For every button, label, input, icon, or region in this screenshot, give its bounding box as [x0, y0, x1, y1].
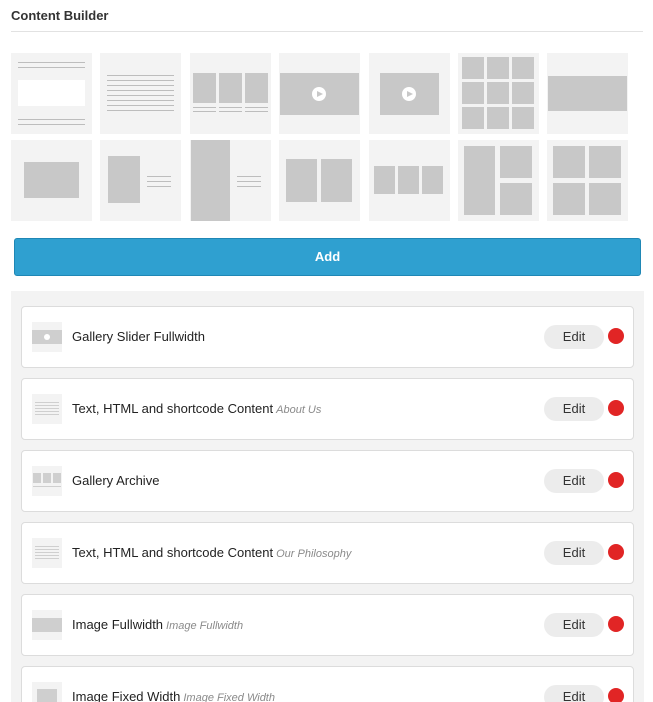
gallery-archive-icon — [32, 466, 62, 496]
content-item[interactable]: Gallery Archive Edit — [21, 450, 634, 512]
layout-tile-two-columns[interactable] — [279, 140, 360, 221]
image-fixed-icon — [32, 682, 62, 702]
layout-tile-gallery-slider-fullwidth[interactable] — [279, 53, 360, 134]
text-content-icon — [32, 394, 62, 424]
content-item-label: Gallery Archive — [72, 473, 162, 488]
content-item-title: Gallery Archive — [72, 473, 160, 488]
edit-button[interactable]: Edit — [544, 325, 604, 349]
layout-tile-image-fixed-width[interactable] — [11, 140, 92, 221]
gallery-slider-icon — [32, 322, 62, 352]
layout-tile-mosaic[interactable] — [458, 140, 539, 221]
layout-tile-gallery-archive[interactable] — [190, 53, 271, 134]
content-item-subtitle: Image Fixed Width — [183, 692, 275, 702]
remove-dot-icon[interactable] — [608, 472, 624, 488]
content-item[interactable]: Image Fullwidth Image Fullwidth Edit — [21, 594, 634, 656]
content-item-subtitle: Our Philosophy — [276, 548, 352, 560]
layout-tile-four-grid[interactable] — [547, 140, 628, 221]
content-item-label: Gallery Slider Fullwidth — [72, 329, 208, 344]
content-item[interactable]: Gallery Slider Fullwidth Edit — [21, 306, 634, 368]
layout-tile-image-fullwidth[interactable] — [547, 53, 628, 134]
content-items-list: Gallery Slider Fullwidth Edit Text, HTML… — [11, 291, 644, 702]
layout-tile-gallery-grid[interactable] — [458, 53, 539, 134]
content-item-label: Text, HTML and shortcode Content About Us — [72, 401, 321, 416]
remove-dot-icon[interactable] — [608, 616, 624, 632]
edit-button[interactable]: Edit — [544, 397, 604, 421]
content-item[interactable]: Text, HTML and shortcode Content About Us… — [21, 378, 634, 440]
layout-tile-gallery-slider-fixed[interactable] — [369, 53, 450, 134]
edit-button[interactable]: Edit — [544, 685, 604, 702]
layout-tile-text-html[interactable] — [11, 53, 92, 134]
edit-button[interactable]: Edit — [544, 613, 604, 637]
content-item-title: Gallery Slider Fullwidth — [72, 329, 205, 344]
remove-dot-icon[interactable] — [608, 544, 624, 560]
remove-dot-icon[interactable] — [608, 400, 624, 416]
edit-button[interactable]: Edit — [544, 541, 604, 565]
add-button[interactable]: Add — [14, 238, 641, 276]
layout-tile-tall-image-text[interactable] — [190, 140, 271, 221]
content-builder-title: Content Builder — [11, 8, 109, 23]
remove-dot-icon[interactable] — [608, 328, 624, 344]
content-item-title: Image Fullwidth — [72, 617, 164, 632]
content-item-title: Text, HTML and shortcode Content — [72, 401, 274, 416]
layout-tile-image-text[interactable] — [100, 140, 181, 221]
content-item[interactable]: Image Fixed Width Image Fixed Width Edit — [21, 666, 634, 702]
content-item-label: Image Fullwidth Image Fullwidth — [72, 617, 243, 632]
content-item[interactable]: Text, HTML and shortcode Content Our Phil… — [21, 522, 634, 584]
layout-tile-three-columns[interactable] — [369, 140, 450, 221]
edit-button[interactable]: Edit — [544, 469, 604, 493]
title-divider — [11, 31, 643, 32]
content-item-subtitle: Image Fullwidth — [166, 620, 244, 632]
layout-tile-text-content[interactable] — [100, 53, 181, 134]
image-fullwidth-icon — [32, 610, 62, 640]
remove-dot-icon[interactable] — [608, 688, 624, 702]
content-item-title: Image Fixed Width — [72, 689, 181, 702]
content-item-title: Text, HTML and shortcode Content — [72, 545, 274, 560]
content-item-label: Image Fixed Width Image Fixed Width — [72, 689, 275, 702]
text-content-icon — [32, 538, 62, 568]
content-item-subtitle: About Us — [276, 404, 322, 416]
content-item-label: Text, HTML and shortcode Content Our Phil… — [72, 545, 351, 560]
